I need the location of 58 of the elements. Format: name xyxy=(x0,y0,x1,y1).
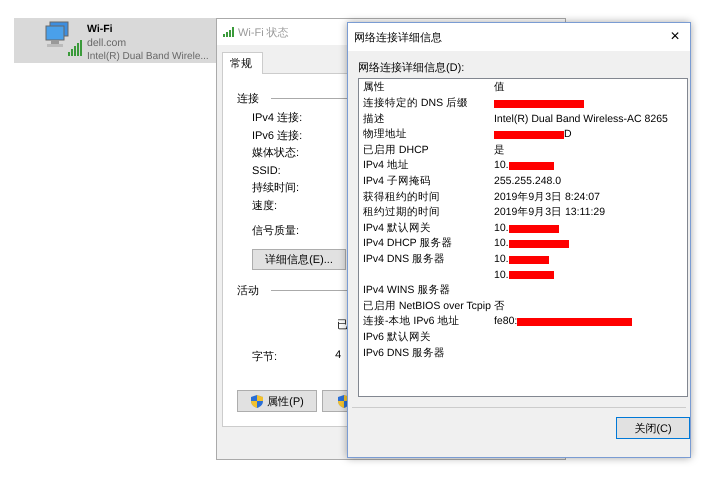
property-cell-text: IPv4 默认网关 xyxy=(363,220,432,236)
value-cell-text: 10. xyxy=(494,252,509,267)
property-cell-text: 已启用 NetBIOS over Tcpip xyxy=(363,298,492,314)
value-cell-text: 是 xyxy=(494,142,505,158)
value-cell-text: 10. xyxy=(494,268,509,283)
property-cell-text: IPv4 子网掩码 xyxy=(363,174,432,189)
status-text: 已 xyxy=(337,319,348,332)
value-cell-text: Intel(R) Dual Band Wireless-AC 8265 xyxy=(494,112,668,127)
window-title: Wi-Fi 状态 xyxy=(238,26,289,40)
tab[interactable]: 常规 xyxy=(222,52,263,74)
property-cell-text: 获得租约的时间 xyxy=(363,190,441,205)
properties-button[interactable]: 属性(P) xyxy=(237,390,317,412)
property-cell-text: IPv4 DNS 服务器 xyxy=(363,252,446,267)
section-title: 活动 xyxy=(237,284,259,298)
value-cell-text: 否 xyxy=(494,298,505,314)
column-header: 属性 xyxy=(363,80,386,96)
field-label: 媒体状态: xyxy=(252,146,300,162)
details-button[interactable]: 详细信息(E)... xyxy=(252,249,346,270)
property-cell-text: 连接-本地 IPv6 地址 xyxy=(363,314,460,330)
section-title: 连接 xyxy=(237,92,259,106)
adapter-name: Intel(R) Dual Band Wirele... xyxy=(87,50,209,64)
shield-button[interactable] xyxy=(322,390,347,412)
close-button[interactable]: 关闭(C) xyxy=(616,417,690,439)
dialog-title: 网络连接详细信息 xyxy=(354,30,442,44)
property-cell-text: 租约过期的时间 xyxy=(363,205,441,220)
field-label: 持续时间: xyxy=(252,181,300,196)
value-cell-text: fe80: xyxy=(494,314,518,330)
field-label: 速度: xyxy=(252,198,278,214)
column-header: 值 xyxy=(494,80,505,96)
list-label: 网络连接详细信息(D): xyxy=(358,62,466,75)
value-cell-text: 10. xyxy=(494,158,509,174)
property-cell-text: 已启用 DHCP xyxy=(363,142,430,158)
field-label: 字节: xyxy=(252,350,278,364)
field-label: IPv4 连接: xyxy=(252,110,302,126)
network-name: Wi-Fi xyxy=(87,22,114,36)
wireless-network-icon xyxy=(44,20,84,58)
network-item[interactable]: Wi-Fi dell.com Intel(R) Dual Band Wirele... xyxy=(14,18,216,63)
property-cell-text: 连接特定的 DNS 后缀 xyxy=(363,96,470,111)
property-cell-text: IPv4 WINS 服务器 xyxy=(363,283,452,298)
field-value: 4 xyxy=(335,349,342,364)
property-cell-text: IPv4 DHCP 服务器 xyxy=(363,236,454,252)
value-cell-text: D xyxy=(564,127,572,142)
property-cell-text: IPv4 地址 xyxy=(363,158,410,174)
signal-icon xyxy=(223,27,235,37)
property-cell-text: IPv6 DNS 服务器 xyxy=(363,346,446,360)
network-domain: dell.com xyxy=(87,36,128,50)
property-cell-text: 描述 xyxy=(363,112,386,127)
value-cell-text: 255.255.248.0 xyxy=(494,174,562,189)
value-cell-text: 2019年9月3日 8:24:07 xyxy=(494,190,600,205)
value-cell-text: 10. xyxy=(494,220,509,236)
field-label: 信号质量: xyxy=(252,224,300,239)
field-label: IPv6 连接: xyxy=(252,128,302,144)
field-label: SSID: xyxy=(252,164,281,179)
property-cell-text: 物理地址 xyxy=(363,127,408,142)
property-cell-text: IPv6 默认网关 xyxy=(363,330,432,345)
close-icon[interactable]: × xyxy=(660,27,690,47)
value-cell-text: 2019年9月3日 13:11:29 xyxy=(494,205,606,220)
value-cell-text: 10. xyxy=(494,236,509,252)
